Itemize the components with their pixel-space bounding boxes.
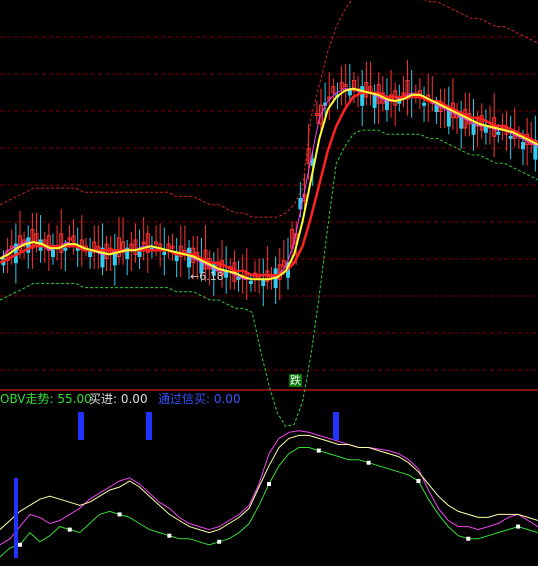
candle-body	[496, 131, 501, 135]
indicator-marker	[267, 482, 271, 486]
indicator-marker	[117, 512, 122, 517]
indicator-marker	[217, 539, 222, 544]
stock-chart	[0, 0, 538, 558]
indicator-line-3	[0, 447, 538, 558]
candle-body	[483, 125, 488, 133]
candle-body	[422, 102, 427, 106]
signal-bar	[14, 478, 18, 558]
signal-bar	[333, 412, 339, 440]
indicator-marker	[17, 542, 22, 547]
indicator-marker	[466, 536, 471, 541]
candle-body	[471, 123, 476, 135]
candle-body	[508, 135, 513, 139]
signal-bar	[78, 412, 84, 440]
candlesticks	[1, 59, 538, 307]
indicator-lines	[0, 430, 538, 558]
price-grid	[0, 36, 538, 371]
candle-body	[248, 280, 253, 284]
indicator-marker	[416, 478, 421, 483]
candle-body	[521, 142, 526, 150]
indicator-marker	[366, 460, 371, 465]
fall-signal-tag: 跌	[289, 374, 302, 387]
low-price-tag: ←6.18	[190, 270, 224, 283]
indicator-marker	[316, 448, 321, 453]
candle-body	[63, 247, 68, 251]
candle-body	[50, 249, 55, 258]
obv-trend-label: OBV走势: 55.00	[0, 392, 92, 406]
indicator-line-1	[0, 430, 538, 546]
candle-body	[162, 251, 167, 255]
price-bands	[0, 0, 538, 428]
indicator-marker	[67, 527, 72, 532]
candle-body	[434, 104, 439, 112]
pass-buy-label: 通过信买: 0.00	[158, 392, 241, 406]
candle-body	[360, 86, 365, 106]
signal-bars	[14, 412, 339, 558]
signal-bar	[146, 412, 152, 440]
indicator-marker	[167, 533, 172, 538]
buy-label: 买进: 0.00	[89, 392, 148, 406]
indicator-marker	[516, 524, 521, 529]
